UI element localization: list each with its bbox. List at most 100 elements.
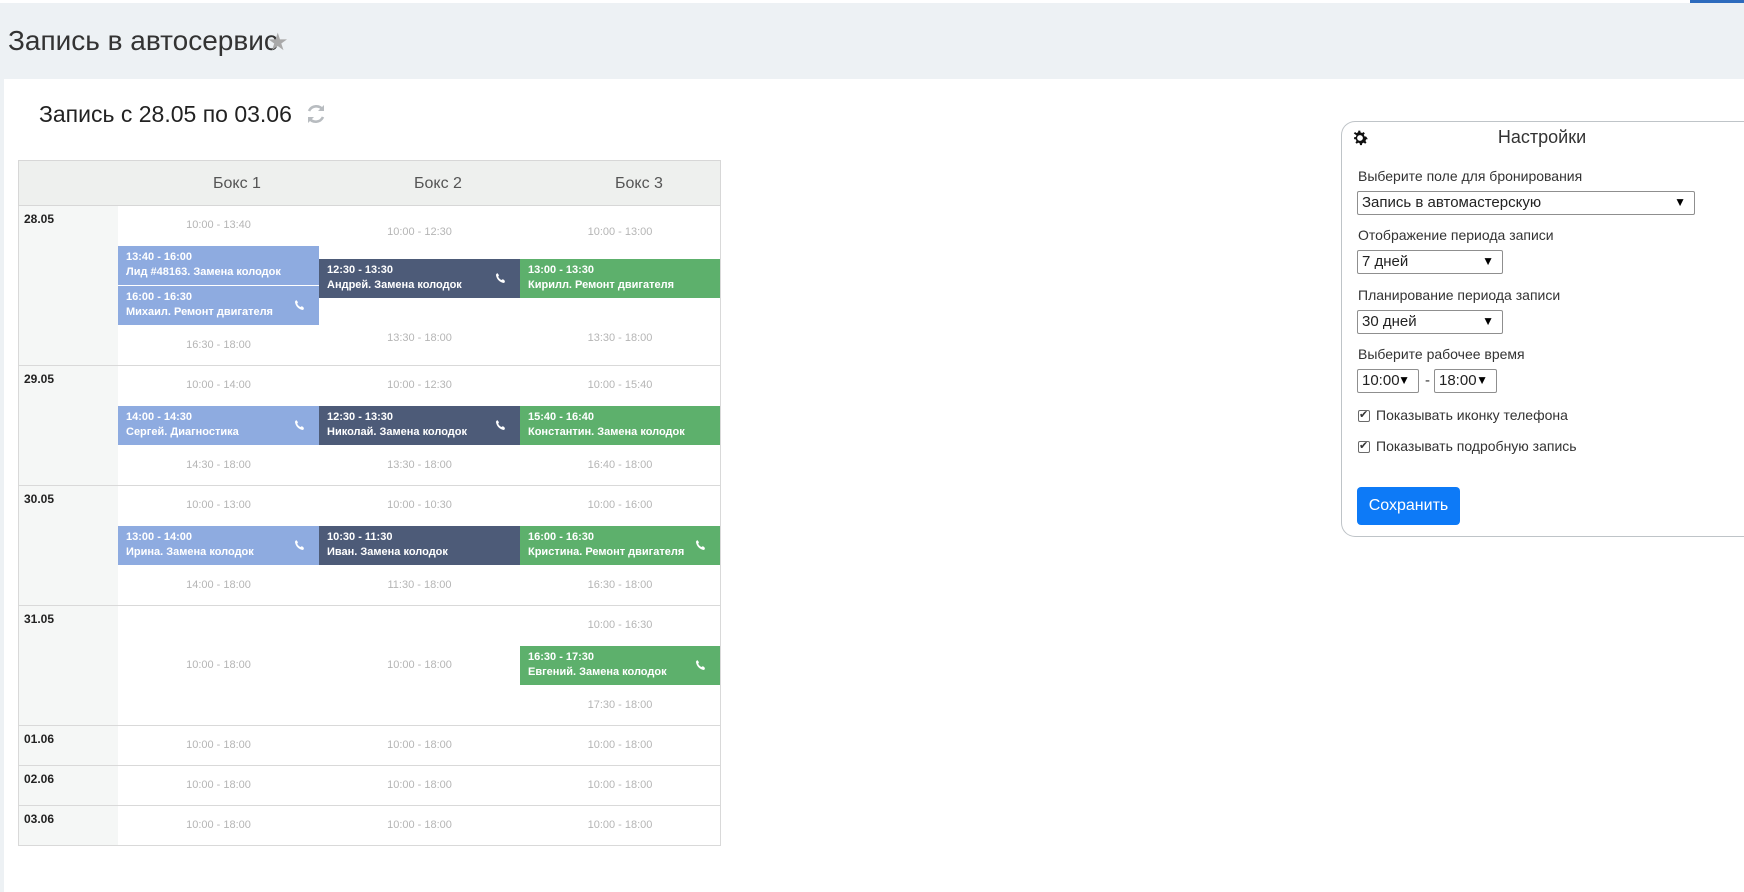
appointment[interactable]: 13:40 - 16:00 Лид #48163. Замена колодок (118, 246, 319, 285)
phone-icon[interactable] (494, 272, 508, 286)
free-slot[interactable]: 10:00 - 13:00 (520, 226, 720, 238)
free-slot[interactable]: 10:00 - 13:00 (118, 499, 319, 511)
appointment-name: Ирина. Замена колодок (126, 546, 254, 558)
booking-field-label: Выберите поле для бронирования (1358, 168, 1583, 184)
schedule-cell: 10:00 - 18:00 (319, 806, 521, 846)
free-slot[interactable]: 14:30 - 18:00 (118, 459, 319, 471)
free-slot[interactable]: 10:00 - 12:30 (319, 379, 520, 391)
free-slot[interactable]: 16:40 - 18:00 (520, 459, 720, 471)
display-period-value: 7 дней (1362, 253, 1409, 270)
appointment-time: 13:40 - 16:00 (126, 251, 193, 263)
free-slot[interactable]: 11:30 - 18:00 (319, 579, 520, 591)
save-button[interactable]: Сохранить (1357, 487, 1460, 525)
schedule-cell: 10:00 - 18:00 (319, 766, 521, 806)
free-slot[interactable]: 10:00 - 18:00 (520, 779, 720, 791)
appointment-time: 15:40 - 16:40 (528, 411, 595, 423)
schedule-cell: 10:00 - 18:00 (118, 726, 320, 766)
free-slot[interactable]: 10:00 - 18:00 (520, 819, 720, 831)
phone-icon[interactable] (293, 539, 307, 553)
free-slot[interactable]: 10:00 - 18:00 (118, 739, 319, 751)
show-detail-label[interactable]: Показывать подробную запись (1376, 438, 1577, 454)
appointment[interactable]: 15:40 - 16:40 Константин. Замена колодок (520, 406, 720, 445)
free-slot[interactable]: 10:00 - 18:00 (319, 739, 520, 751)
free-slot[interactable]: 16:30 - 18:00 (118, 339, 319, 351)
free-slot[interactable]: 10:00 - 16:00 (520, 499, 720, 511)
appointment-name: Лид #48163. Замена колодок (126, 266, 281, 278)
phone-icon[interactable] (293, 299, 307, 313)
free-slot[interactable]: 10:00 - 18:00 (319, 779, 520, 791)
free-slot[interactable]: 10:00 - 15:40 (520, 379, 720, 391)
appointment[interactable]: 16:00 - 16:30 Михаил. Ремонт двигателя (118, 286, 319, 325)
work-time-to-value: 18:00 (1439, 372, 1477, 389)
appointment-time: 13:00 - 14:00 (126, 531, 193, 543)
free-slot[interactable]: 10:00 - 18:00 (118, 779, 319, 791)
booking-field-select[interactable]: Запись в автомастерскую ▼ (1357, 191, 1695, 215)
appointment[interactable]: 13:00 - 14:00 Ирина. Замена колодок (118, 526, 319, 565)
free-slot[interactable]: 10:00 - 18:00 (319, 819, 520, 831)
display-period-select[interactable]: 7 дней ▼ (1357, 250, 1503, 274)
appointment[interactable]: 10:30 - 11:30 Иван. Замена колодок (319, 526, 520, 565)
appointment-time: 12:30 - 13:30 (327, 411, 394, 423)
free-slot[interactable]: 10:00 - 18:00 (118, 819, 319, 831)
free-slot[interactable]: 10:00 - 16:30 (520, 619, 720, 631)
schedule-cell: 10:00 - 18:00 (520, 726, 721, 766)
schedule-cell: 10:00 - 16:30 16:30 - 17:30 Евгений. Замен… (520, 606, 721, 726)
phone-icon[interactable] (293, 419, 307, 433)
schedule-cell: 10:00 - 18:00 (118, 766, 320, 806)
appointment-time: 16:00 - 16:30 (126, 291, 193, 303)
free-slot[interactable]: 10:00 - 13:40 (118, 219, 319, 231)
phone-icon[interactable] (694, 539, 708, 553)
free-slot[interactable]: 14:00 - 18:00 (118, 579, 319, 591)
star-icon[interactable]: ★ (267, 28, 289, 57)
appointment[interactable]: 12:30 - 13:30 Николай. Замена колодок (319, 406, 520, 445)
free-slot[interactable]: 10:00 - 18:00 (118, 659, 319, 671)
show-phone-label[interactable]: Показывать иконку телефона (1376, 407, 1568, 423)
schedule-cell: 10:00 - 12:30 12:30 - 13:30 Андрей. Замена… (319, 206, 521, 366)
appointment-name: Михаил. Ремонт двигателя (126, 306, 273, 318)
date-label: 01.06 (24, 732, 55, 746)
phone-icon[interactable] (694, 659, 708, 673)
appointment[interactable]: 16:30 - 17:30 Евгений. Замена колодок (520, 646, 720, 685)
free-slot[interactable]: 13:30 - 18:00 (520, 332, 720, 344)
work-time-to-select[interactable]: 18:00 ▼ (1434, 369, 1497, 393)
free-slot[interactable]: 16:30 - 18:00 (520, 579, 720, 591)
phone-icon[interactable] (494, 419, 508, 433)
free-slot[interactable]: 10:00 - 18:00 (319, 659, 520, 671)
free-slot[interactable]: 10:00 - 18:00 (520, 739, 720, 751)
appointment-name: Андрей. Замена колодок (327, 279, 462, 292)
schedule-cell: 10:00 - 15:40 15:40 - 16:40 Константин. За… (520, 366, 721, 486)
free-slot[interactable]: 13:30 - 18:00 (319, 332, 520, 344)
appointment-name: Кристина. Ремонт двигателя (528, 546, 685, 558)
appointment[interactable]: 13:00 - 13:30 Кирилл. Ремонт двигателя (520, 259, 720, 299)
appointment-name: Константин. Замена колодок (528, 426, 685, 438)
appointment[interactable]: 14:00 - 14:30 Сергей. Диагностика (118, 406, 319, 445)
free-slot[interactable]: 13:30 - 18:00 (319, 459, 520, 471)
chevron-down-icon: ▼ (1482, 314, 1494, 328)
date-cell: 30.05 (18, 486, 119, 606)
work-time-from-select[interactable]: 10:00 ▼ (1357, 369, 1419, 393)
schedule-cell: 10:00 - 10:30 10:30 - 11:30 Иван. Замена к… (319, 486, 521, 606)
schedule-cell: 10:00 - 14:00 14:00 - 14:30 Сергей. Диагно… (118, 366, 320, 486)
column-header-box-3: Бокс 3 (615, 175, 663, 192)
free-slot[interactable]: 10:00 - 12:30 (319, 226, 520, 238)
free-slot[interactable]: 17:30 - 18:00 (520, 699, 720, 711)
appointment[interactable]: 16:00 - 16:30 Кристина. Ремонт двигателя (520, 526, 720, 565)
date-label: 31.05 (24, 612, 55, 626)
date-label: 28.05 (24, 212, 55, 226)
appointment[interactable]: 12:30 - 13:30 Андрей. Замена колодок (319, 259, 520, 299)
date-cell: 01.06 (18, 726, 119, 766)
free-slot[interactable]: 10:00 - 14:00 (118, 379, 319, 391)
chevron-down-icon: ▼ (1476, 373, 1488, 387)
show-detail-checkbox[interactable] (1358, 439, 1370, 453)
grid-header: Бокс 1 Бокс 2 Бокс 3 (18, 160, 721, 206)
page-title: Запись в автосервис (8, 25, 278, 56)
schedule-cell: 10:00 - 18:00 (520, 766, 721, 806)
planning-period-select[interactable]: 30 дней ▼ (1357, 310, 1503, 334)
refresh-icon[interactable] (304, 102, 328, 126)
chevron-down-icon: ▼ (1398, 373, 1410, 387)
schedule-cell: 10:00 - 13:00 13:00 - 13:30 Кирилл. Ремонт… (520, 206, 721, 366)
free-slot[interactable]: 10:00 - 10:30 (319, 499, 520, 511)
work-time-from-value: 10:00 (1362, 372, 1400, 389)
date-cell: 28.05 (18, 206, 119, 366)
show-phone-checkbox[interactable] (1358, 408, 1370, 422)
